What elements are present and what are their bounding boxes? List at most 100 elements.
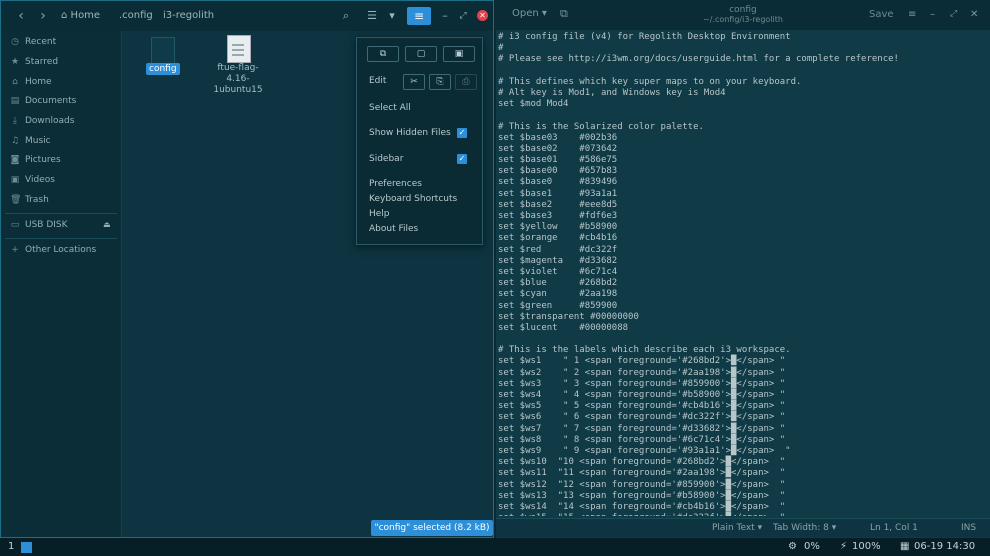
code-line: set $ws12 "12 <span foreground='#859900'… <box>498 479 786 490</box>
paste-icon[interactable]: ⎙ <box>455 74 477 90</box>
sidebar-item-trash[interactable]: 🗑 Trash <box>1 191 121 209</box>
sidebar-label: Pictures <box>25 155 61 165</box>
sidebar-item-home[interactable]: ⌂ Home <box>1 73 121 91</box>
save-button[interactable]: Save <box>869 9 894 20</box>
chevron-down-icon[interactable]: ▾ <box>385 7 399 25</box>
music-icon: ♫ <box>10 136 20 146</box>
code-line: # This is the labels which describe each… <box>498 345 791 356</box>
calendar-icon: ▦ <box>900 541 910 552</box>
workspace-number[interactable]: 1 <box>8 538 14 556</box>
editor-statusbar: Plain Text ▾ Tab Width: 8 ▾ Ln 1, Col 1 … <box>496 518 990 537</box>
doc-line <box>232 44 244 46</box>
menu-help[interactable]: Help <box>369 209 390 219</box>
sidebar-item-downloads[interactable]: ⤓ Downloads <box>1 112 121 130</box>
menu-preferences[interactable]: Preferences <box>369 179 422 189</box>
code-line: set $ws3 " 3 <span foreground='#859900'>… <box>498 378 786 389</box>
cut-icon[interactable]: ✂ <box>403 74 425 90</box>
code-line: set $ws13 "13 <span foreground='#b58900'… <box>498 490 786 501</box>
menu-sidebar[interactable]: Sidebar <box>369 154 403 164</box>
star-icon: ★ <box>10 57 20 67</box>
document-icon: ▤ <box>10 96 20 106</box>
code-line: # Alt key is Mod1, and Windows key is Mo… <box>498 87 726 98</box>
eject-icon[interactable]: ⏏ <box>103 216 111 234</box>
sidebar-divider <box>5 238 117 239</box>
sidebar-item-usb-disk[interactable]: ▭ USB DISK ⏏ <box>1 216 121 234</box>
code-line: set $base2 #eee8d5 <box>498 199 618 210</box>
code-line: set $magenta #d33682 <box>498 255 618 266</box>
code-line: set $ws11 "11 <span foreground='#2aa198'… <box>498 468 786 479</box>
code-line: # This defines which key super maps to o… <box>498 76 802 87</box>
maximize-button[interactable]: ⤢ <box>950 9 957 19</box>
sidebar-divider <box>5 213 117 214</box>
breadcrumb-home-label: Home <box>70 10 101 21</box>
cursor-position[interactable]: Ln 1, Col 1 <box>870 519 918 537</box>
menu-keyboard-shortcuts[interactable]: Keyboard Shortcuts <box>369 194 457 204</box>
breadcrumb-home[interactable]: ⌂ Home <box>61 7 100 25</box>
sidebar-item-recent[interactable]: ◷ Recent <box>1 33 121 51</box>
language-selector[interactable]: Plain Text ▾ <box>712 519 762 537</box>
minimize-button[interactable]: – <box>930 9 935 20</box>
code-line: set $mod Mod4 <box>498 99 569 110</box>
code-line: # This is the Solarized color palette. <box>498 121 704 132</box>
sidebar-checkbox[interactable]: ✓ <box>457 154 467 164</box>
sidebar-item-other-locations[interactable]: + Other Locations <box>1 241 121 259</box>
show-hidden-checkbox[interactable]: ✓ <box>457 128 467 138</box>
forward-button[interactable]: › <box>33 6 53 26</box>
code-line: set $base00 #657b83 <box>498 166 618 177</box>
new-folder-icon[interactable]: ▣ <box>443 46 475 62</box>
breadcrumb-i3-regolith[interactable]: i3-regolith <box>163 7 214 25</box>
new-tab-icon[interactable]: ▢ <box>405 46 437 62</box>
code-line: set $ws7 " 7 <span foreground='#d33682'>… <box>498 423 786 434</box>
i3-bar: 1 ⚙ 0% ⚡ 100% ▦ 06-19 14:30 <box>0 538 990 556</box>
gear-icon: ⚙ <box>788 541 797 552</box>
code-line: set $ws9 " 9 <span foreground='#93a1a1'>… <box>498 445 791 456</box>
search-icon[interactable]: ⌕ <box>339 7 353 25</box>
sidebar-item-pictures[interactable]: ◙ Pictures <box>1 151 121 169</box>
sidebar-item-videos[interactable]: ▣ Videos <box>1 171 121 189</box>
sidebar-label: Videos <box>25 175 55 185</box>
close-button[interactable]: ✕ <box>970 9 978 20</box>
code-editor[interactable]: # i3 config file (v4) for Regolith Deskt… <box>498 32 988 516</box>
tab-width-selector[interactable]: Tab Width: 8 ▾ <box>773 519 836 537</box>
sidebar-label: Other Locations <box>25 245 97 255</box>
drive-icon: ▭ <box>10 220 20 230</box>
menu-show-hidden-files[interactable]: Show Hidden Files <box>369 128 451 138</box>
file-item-ftue-flag[interactable]: ftue-flag-4.16-1ubuntu15 <box>209 63 267 96</box>
code-line: set $ws8 " 8 <span foreground='#6c71c4'>… <box>498 434 786 445</box>
workspace-indicator[interactable] <box>21 542 32 553</box>
doc-line <box>232 54 244 56</box>
datetime: 06-19 14:30 <box>914 541 976 552</box>
hamburger-icon[interactable]: ≡ <box>908 9 916 20</box>
menu-button[interactable]: ≡ <box>407 7 431 25</box>
code-line: set $base1 #93a1a1 <box>498 188 618 199</box>
code-line: set $cyan #2aa198 <box>498 289 618 300</box>
app-menu-popover: ⧉ ▢ ▣ Edit ✂ ⎘ ⎙ Select All Show Hidden … <box>356 37 483 245</box>
code-line: set $blue #268bd2 <box>498 278 618 289</box>
sidebar-label: Recent <box>25 37 57 47</box>
file-item-config[interactable]: config <box>146 63 180 75</box>
copy-icon[interactable]: ⎘ <box>429 74 451 90</box>
sidebar-item-starred[interactable]: ★ Starred <box>1 53 121 71</box>
breadcrumb-config[interactable]: .config <box>119 7 153 25</box>
code-line: set $base02 #073642 <box>498 143 618 154</box>
close-button[interactable]: ✕ <box>477 10 488 21</box>
new-window-icon[interactable]: ⧉ <box>367 46 399 62</box>
menu-select-all[interactable]: Select All <box>369 103 411 113</box>
code-line: set $orange #cb4b16 <box>498 233 618 244</box>
sidebar-label: Music <box>25 136 51 146</box>
menu-about-files[interactable]: About Files <box>369 224 418 234</box>
back-button[interactable]: ‹ <box>11 6 31 26</box>
sidebar-item-music[interactable]: ♫ Music <box>1 132 121 150</box>
maximize-button[interactable]: ⤢ <box>457 7 469 25</box>
code-line: set $ws15 "15 <span foreground='#dc322f'… <box>498 513 988 516</box>
text-file-icon[interactable] <box>227 35 251 63</box>
code-line: set $ws14 "14 <span foreground='#cb4b16'… <box>498 501 786 512</box>
battery-icon: ⚡ <box>840 541 848 552</box>
minimize-button[interactable]: – <box>439 7 451 25</box>
view-list-icon[interactable]: ☰ <box>365 7 379 25</box>
sidebar-item-documents[interactable]: ▤ Documents <box>1 92 121 110</box>
code-line: set $transparent #00000000 <box>498 311 639 322</box>
folder-icon[interactable] <box>151 37 175 65</box>
